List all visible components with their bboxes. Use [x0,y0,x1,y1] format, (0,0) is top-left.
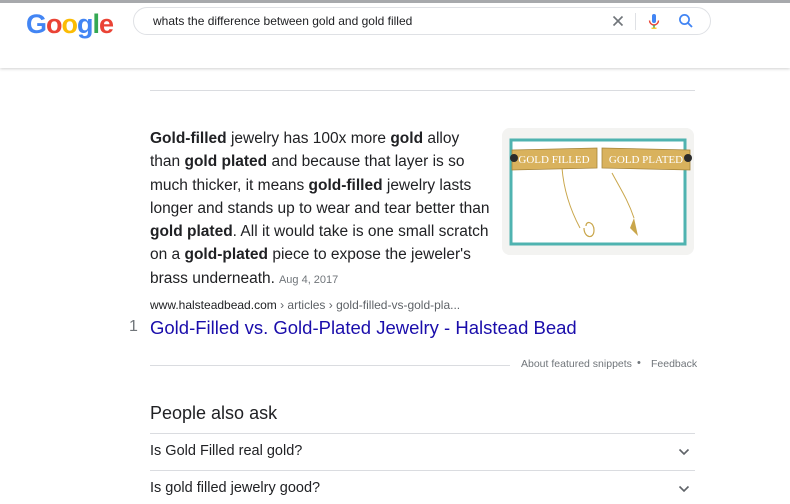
result-rank: 1 [129,318,138,335]
banner-left-text: GOLD FILLED [518,154,589,166]
snippet-highlight: gold-plated [184,246,269,264]
featured-snippet-image[interactable]: GOLD FILLED GOLD PLATED [502,128,694,255]
snippet-highlight: gold [390,130,424,147]
separator-dot: • [637,357,641,369]
feedback-link[interactable]: Feedback [651,358,697,370]
close-icon[interactable] [608,11,628,31]
snippet-date: Aug 4, 2017 [278,273,339,286]
paa-question-row[interactable]: Is gold filled jewelry good? [150,470,695,504]
cite-domain: www.halsteadbead.com [150,298,277,312]
result-title-link[interactable]: Gold-Filled vs. Gold-Plated Jewelry - Ha… [150,317,577,339]
about-featured-snippets-link[interactable]: About featured snippets [521,358,632,370]
logo-letter: g [77,9,93,39]
logo-letter: o [61,9,78,39]
snippet-text: jewelry has 100x more [226,130,391,147]
about-divider [150,365,510,366]
banner-right-text: GOLD PLATED [609,154,683,166]
header-bar: Google whats the difference between gold… [0,0,790,68]
featured-snippet-text: Gold-filled jewelry has 100x more gold a… [150,127,490,292]
paa-question-row[interactable]: Is Gold Filled real gold? [150,433,695,470]
search-box[interactable]: whats the difference between gold and go… [133,7,711,35]
search-input[interactable]: whats the difference between gold and go… [153,14,412,28]
cite-path: › articles › gold-filled-vs-gold-pla... [276,298,461,312]
top-edge [0,0,790,3]
snippet-highlight: gold-filled [308,176,383,194]
snippet-highlight: Gold-filled [150,130,227,147]
google-logo[interactable]: Google [26,9,114,40]
snippet-highlight: gold plated [150,223,233,241]
logo-letter: G [26,9,47,39]
microphone-icon[interactable] [644,11,664,31]
section-divider [150,90,695,91]
chevron-down-icon [678,448,690,456]
gold-jewelry-illustration: GOLD FILLED GOLD PLATED [502,128,694,255]
logo-letter: e [99,9,114,39]
search-divider [635,13,636,30]
result-cite: www.halsteadbead.com › articles › gold-f… [150,298,460,312]
paa-question-text: Is Gold Filled real gold? [150,443,303,459]
chevron-down-icon [678,485,690,493]
paa-question-text: Is gold filled jewelry good? [150,480,321,496]
logo-letter: o [46,9,62,39]
search-icon[interactable] [676,11,696,31]
people-also-ask-heading: People also ask [150,403,278,423]
snippet-highlight: gold plated [184,153,268,171]
